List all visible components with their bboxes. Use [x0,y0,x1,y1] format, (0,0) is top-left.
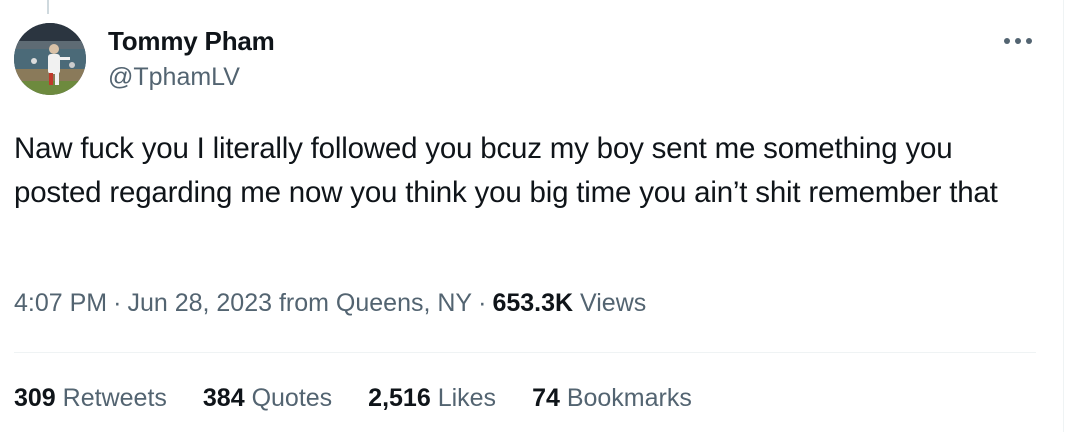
retweets-stat[interactable]: 309 Retweets [14,380,167,416]
avatar[interactable] [14,23,86,95]
tweet-time[interactable]: 4:07 PM [14,289,107,317]
bookmarks-count: 74 [532,384,560,412]
separator: · [478,289,487,317]
divider [14,352,1036,353]
views-label[interactable]: Views [580,289,646,317]
retweets-count: 309 [14,384,56,412]
more-horizontal-icon [1004,38,1032,44]
tweet-card: Tommy Pham @TphamLV Naw fuck you I liter… [0,0,1064,432]
tweet-date[interactable]: Jun 28, 2023 [127,289,272,317]
views-count[interactable]: 653.3K [492,289,573,317]
more-options-button[interactable] [996,26,1040,56]
retweets-label: Retweets [62,384,167,412]
likes-label: Likes [437,384,497,412]
avatar-photo [14,23,86,95]
bookmarks-stat[interactable]: 74 Bookmarks [532,380,692,416]
engagement-stats: 309 Retweets 384 Quotes 2,516 Likes 74 B… [14,380,728,416]
tweet-meta: 4:07 PM · Jun 28, 2023 from Queens, NY · 653… [14,285,646,321]
author-display-name[interactable]: Tommy Pham [108,25,275,57]
bookmarks-label: Bookmarks [566,384,692,412]
quotes-stat[interactable]: 384 Quotes [203,380,332,416]
quotes-label: Quotes [251,384,333,412]
tweet-location: from Queens, NY [278,289,473,317]
thread-connector-line [47,0,49,14]
likes-count: 2,516 [368,384,431,412]
author-handle[interactable]: @TphamLV [108,62,240,92]
separator: · [113,289,122,317]
tweet-text: Naw fuck you I literally followed you bc… [14,132,998,209]
quotes-count: 384 [202,384,245,412]
likes-stat[interactable]: 2,516 Likes [368,380,496,416]
